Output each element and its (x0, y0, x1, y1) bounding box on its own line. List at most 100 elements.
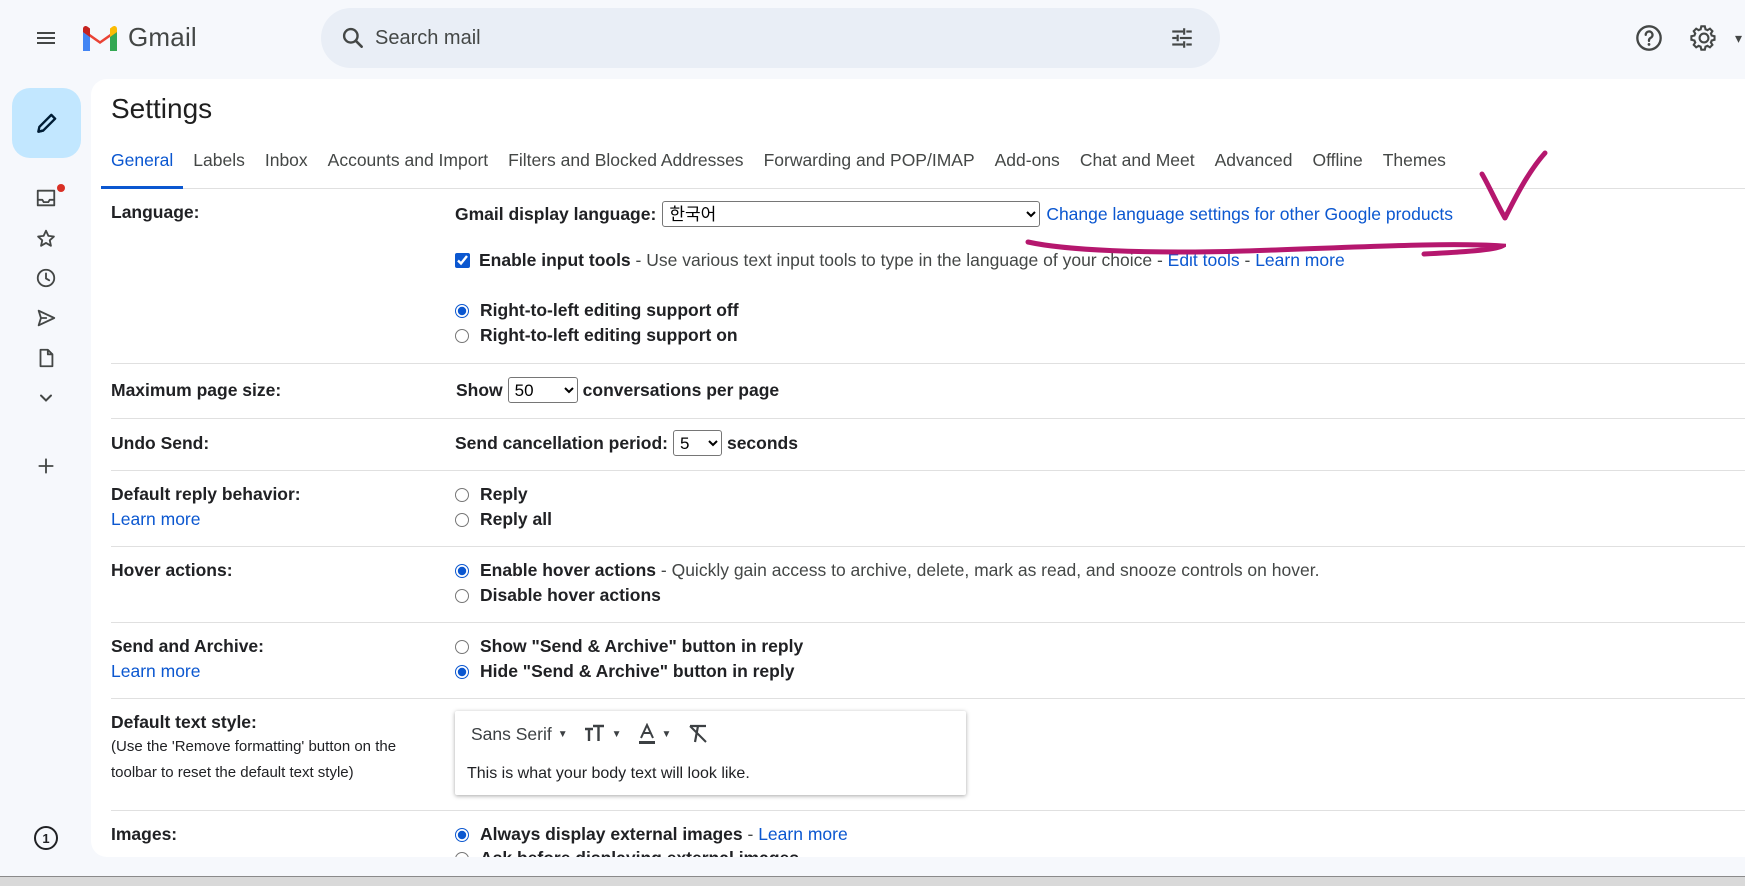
rtl-on-radio[interactable] (455, 328, 469, 343)
always-display-images-radio[interactable] (455, 827, 469, 842)
text-style-editor: Sans Serif ▼ ▼ ▼ This is what your body … (455, 711, 966, 795)
send-archive-learn-more-link[interactable]: Learn more (111, 661, 201, 682)
enable-hover-description: - Quickly gain access to archive, delete… (656, 560, 1320, 580)
rtl-off-radio[interactable] (455, 303, 469, 318)
input-tools-checkbox[interactable] (455, 253, 470, 268)
reply-option-label: Reply (480, 484, 528, 504)
enable-hover-label: Enable hover actions (480, 560, 657, 580)
undo-send-label: Undo Send: (111, 433, 210, 453)
tab-offline[interactable]: Offline (1302, 145, 1372, 189)
compose-button[interactable] (12, 88, 81, 158)
reply-radio[interactable] (455, 487, 469, 502)
clock-icon (36, 268, 56, 288)
support-button[interactable] (1625, 18, 1673, 58)
edit-tools-link[interactable]: Edit tools (1168, 250, 1240, 271)
display-language-label: Gmail display language: (455, 203, 657, 224)
gmail-logo[interactable]: Gmail (80, 22, 197, 53)
text-style-sample: This is what your body text will look li… (467, 765, 750, 782)
enable-hover-radio[interactable] (455, 563, 469, 578)
reply-learn-more-link[interactable]: Learn more (111, 509, 201, 530)
settings-button[interactable] (1680, 18, 1728, 58)
remove-formatting-icon (689, 724, 708, 743)
gmail-m-icon (83, 25, 117, 51)
help-icon (1636, 25, 1662, 51)
sent-nav[interactable] (29, 303, 63, 333)
search-icon[interactable] (337, 22, 369, 54)
inbox-icon (36, 189, 56, 207)
input-tools-description: - Use various text input tools to type i… (630, 250, 1168, 270)
font-family-dropdown[interactable]: Sans Serif ▼ (471, 724, 568, 745)
show-send-archive-label: Show "Send & Archive" button in reply (480, 636, 804, 656)
page-size-suffix: conversations per page (582, 379, 780, 400)
text-color-dropdown[interactable]: ▼ (638, 723, 671, 745)
images-learn-more-link[interactable]: Learn more (758, 824, 848, 845)
disable-hover-label: Disable hover actions (480, 585, 661, 605)
send-archive-setting: Send and Archive: Learn more Show "Send … (111, 623, 1745, 699)
cancellation-period-suffix: seconds (726, 432, 798, 453)
taskbar-edge (0, 876, 1745, 886)
search-options-icon[interactable] (1166, 22, 1198, 54)
cancellation-period-select[interactable]: 5 (672, 430, 722, 456)
unread-indicator (57, 184, 65, 192)
disable-hover-radio[interactable] (455, 588, 469, 603)
language-label: Language: (111, 202, 200, 222)
dropdown-caret-icon: ▼ (557, 728, 568, 740)
tab-themes[interactable]: Themes (1373, 145, 1456, 189)
snoozed-nav[interactable] (29, 263, 63, 293)
search-input[interactable] (375, 22, 1115, 54)
tab-add-ons[interactable]: Add-ons (985, 145, 1070, 189)
add-label-button[interactable] (29, 451, 63, 481)
reply-behavior-label: Default reply behavior: (111, 484, 301, 504)
more-nav[interactable] (29, 383, 63, 413)
text-color-icon (638, 723, 655, 744)
tab-labels[interactable]: Labels (183, 145, 255, 189)
ask-before-images-radio[interactable] (455, 851, 469, 857)
pencil-icon (36, 113, 56, 133)
search-bar[interactable] (321, 8, 1220, 68)
hover-actions-label: Hover actions: (111, 560, 233, 580)
tab-chat-meet[interactable]: Chat and Meet (1070, 145, 1205, 189)
main-menu-button[interactable] (22, 18, 70, 58)
starred-nav[interactable] (29, 224, 63, 254)
tab-inbox[interactable]: Inbox (255, 145, 318, 189)
tab-advanced[interactable]: Advanced (1205, 145, 1303, 189)
star-icon (37, 229, 55, 247)
images-setting: Images: Always display external images -… (111, 811, 1745, 857)
tab-filters-blocked[interactable]: Filters and Blocked Addresses (498, 145, 753, 189)
dropdown-caret-icon: ▼ (611, 728, 622, 740)
reply-all-option-label: Reply all (480, 509, 552, 529)
hide-send-archive-radio[interactable] (455, 664, 469, 679)
display-language-select[interactable]: 한국어 (662, 201, 1041, 227)
remove-formatting-button[interactable] (687, 723, 709, 745)
show-send-archive-radio[interactable] (455, 639, 469, 654)
page-size-select[interactable]: 50 (507, 377, 578, 403)
page-size-label: Maximum page size: (111, 380, 282, 400)
tab-forwarding-pop-imap[interactable]: Forwarding and POP/IMAP (754, 145, 985, 189)
ask-before-images-label: Ask before displaying external images (480, 848, 799, 857)
rtl-on-label: Right-to-left editing support on (480, 325, 738, 345)
images-label: Images: (111, 824, 178, 844)
reply-behavior-setting: Default reply behavior: Learn more Reply… (111, 471, 1745, 547)
font-size-dropdown[interactable]: ▼ (584, 724, 622, 744)
drafts-nav[interactable] (29, 343, 63, 373)
reply-all-radio[interactable] (455, 512, 469, 527)
page-size-setting: Maximum page size: Show 50 conversations… (111, 364, 1745, 419)
chevron-down-icon (40, 394, 52, 402)
hamburger-icon (37, 32, 55, 44)
account-chevron-icon[interactable]: ▾ (1735, 30, 1742, 47)
rtl-off-label: Right-to-left editing support off (480, 300, 739, 320)
tab-accounts-import[interactable]: Accounts and Import (318, 145, 499, 189)
send-archive-label: Send and Archive: (111, 636, 264, 656)
hide-send-archive-label: Hide "Send & Archive" button in reply (480, 661, 795, 681)
hover-actions-setting: Hover actions: Enable hover actions - Qu… (111, 547, 1745, 623)
app-name: Gmail (128, 22, 197, 52)
page-title: Settings (111, 93, 213, 124)
format-toolbar: Sans Serif ▼ ▼ ▼ (471, 723, 725, 745)
notification-badge[interactable]: 1 (34, 826, 58, 850)
text-size-icon (584, 724, 604, 741)
separator: - (1239, 250, 1256, 270)
other-products-language-link[interactable]: Change language settings for other Googl… (1046, 204, 1453, 225)
tab-general[interactable]: General (101, 145, 184, 189)
input-tools-learn-more-link[interactable]: Learn more (1255, 250, 1345, 271)
settings-panel: Settings General Labels Inbox Accounts a… (91, 79, 1745, 857)
